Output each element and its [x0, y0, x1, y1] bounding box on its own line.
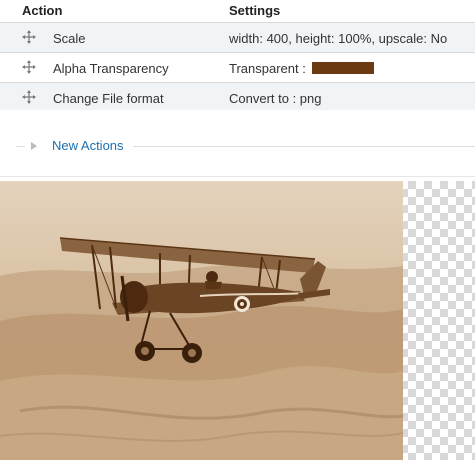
action-setting: width: 400, height: 100%, upscale: No — [229, 31, 448, 46]
action-name: Change File format — [53, 91, 164, 106]
action-setting: Transparent : — [229, 61, 374, 76]
table-row: Scale width: 400, height: 100%, upscale:… — [0, 23, 475, 53]
header-action: Action — [22, 3, 63, 18]
action-name: Scale — [53, 31, 86, 46]
color-swatch — [311, 62, 374, 74]
collapsed-triangle-icon — [31, 141, 37, 150]
table-row: Change File format Convert to : png — [0, 83, 475, 113]
table-row: Alpha Transparency Transparent : — [0, 53, 475, 83]
new-actions-label: New Actions — [52, 138, 124, 153]
table-header: Action Settings — [0, 0, 475, 23]
drag-handle-icon[interactable] — [22, 90, 36, 104]
setting-label: Transparent : — [229, 61, 306, 76]
header-settings: Settings — [229, 3, 281, 18]
preview-image — [0, 181, 403, 460]
fieldset-border-left — [16, 146, 25, 147]
drag-handle-icon[interactable] — [22, 60, 36, 74]
new-actions-toggle[interactable]: New Actions — [31, 138, 124, 153]
action-name: Alpha Transparency — [53, 61, 169, 76]
drag-handle-icon[interactable] — [22, 30, 36, 44]
fieldset-border-right — [133, 146, 475, 147]
action-setting: Convert to : png — [229, 91, 322, 106]
